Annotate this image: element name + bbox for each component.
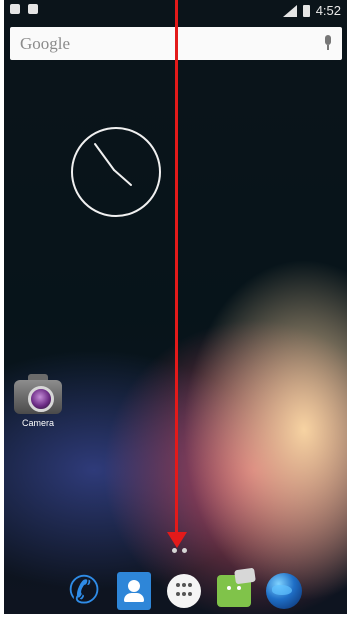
camera-icon xyxy=(14,372,62,416)
battery-icon xyxy=(302,4,310,17)
analog-clock-widget[interactable] xyxy=(71,127,161,217)
dock-messaging[interactable] xyxy=(214,571,254,611)
page-dot xyxy=(172,548,177,553)
mic-icon[interactable] xyxy=(324,35,332,51)
app-camera[interactable]: Camera xyxy=(12,372,64,428)
page-indicator xyxy=(172,548,187,553)
contacts-icon xyxy=(117,572,151,610)
dock-contacts[interactable] xyxy=(114,571,154,611)
status-time: 4:52 xyxy=(315,3,341,18)
apps-drawer-icon xyxy=(167,574,201,608)
browser-icon xyxy=(266,573,302,609)
dock: ✆ xyxy=(64,568,304,614)
phone-icon: ✆ xyxy=(68,570,100,612)
dock-phone[interactable]: ✆ xyxy=(64,571,104,611)
page-dot xyxy=(182,548,187,553)
annotation-arrow-line xyxy=(175,0,178,537)
clock-hour-hand xyxy=(94,143,115,171)
android-icon xyxy=(28,4,38,14)
clock-face xyxy=(94,143,132,186)
messaging-icon xyxy=(217,575,251,607)
annotation-arrow-head xyxy=(167,532,187,548)
search-label: Google xyxy=(20,33,71,53)
sim-icon xyxy=(10,4,20,14)
dock-app-drawer[interactable] xyxy=(164,571,204,611)
app-label: Camera xyxy=(21,418,54,428)
system-icons: 4:52 xyxy=(281,3,341,18)
dock-browser[interactable] xyxy=(264,571,304,611)
clock-minute-hand xyxy=(113,169,132,186)
signal-icon xyxy=(281,4,297,17)
notification-icons xyxy=(10,4,38,14)
